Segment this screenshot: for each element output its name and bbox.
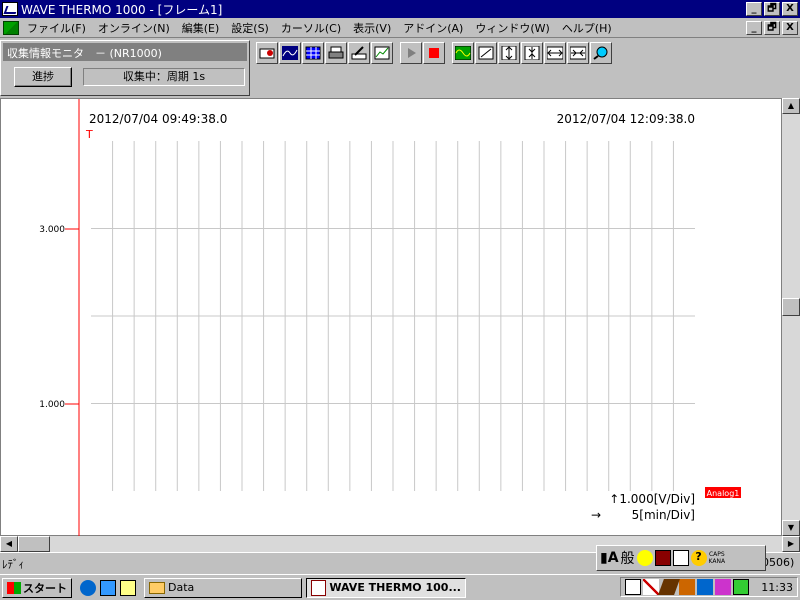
menu-addin[interactable]: アドイン(A) [399, 20, 471, 36]
menu-view[interactable]: 表示(V) [349, 20, 399, 36]
vertical-scroll-thumb[interactable] [782, 298, 800, 316]
ime-dictionary-icon[interactable] [654, 550, 671, 566]
show-desktop-icon[interactable] [100, 579, 116, 596]
folder-icon [149, 581, 165, 594]
grid-display-icon[interactable] [302, 42, 324, 64]
menu-online[interactable]: オンライン(N) [94, 20, 178, 36]
ime-help-icon[interactable]: ? [690, 550, 707, 566]
system-tray: 11:33 [620, 577, 798, 597]
close-button[interactable]: X [782, 2, 798, 16]
start-label: スタート [23, 581, 67, 595]
menu-settings[interactable]: 設定(S) [227, 20, 277, 36]
chart-edit-icon[interactable] [371, 42, 393, 64]
menu-cursor[interactable]: カーソル(C) [277, 20, 349, 36]
tray-tool-icon[interactable] [658, 579, 681, 595]
windows-logo-icon [7, 581, 21, 594]
play-icon[interactable] [400, 42, 422, 64]
tray-app-icon-4[interactable] [715, 579, 732, 595]
connect-icon[interactable] [256, 42, 278, 64]
caps-kana-indicator: CAPS KANA [709, 551, 726, 565]
document-icon[interactable] [3, 20, 19, 35]
caps-label: CAPS [708, 551, 725, 558]
ime-tool-icon[interactable] [672, 550, 689, 566]
menu-help[interactable]: ヘルプ(H) [558, 20, 620, 36]
tray-app-icon-2[interactable] [679, 579, 696, 595]
status-text: ﾚﾃﾞｨ [2, 558, 24, 571]
menu-window[interactable]: ウィンドウ(W) [471, 20, 557, 36]
menu-bar: ファイル(F) オンライン(N) 編集(E) 設定(S) カーソル(C) 表示(… [0, 18, 800, 38]
printer-icon[interactable] [325, 42, 347, 64]
internet-explorer-icon[interactable] [80, 579, 96, 596]
monitor-panel: 収集情報モニタ － (NR1000) 進捗 収集中：周期 1s [0, 40, 250, 96]
collection-status: 収集中：周期 1s [83, 68, 245, 86]
minimize-button[interactable]: _ [746, 2, 762, 16]
status-partial-text: 0506) [762, 556, 795, 569]
monitor-panel-title: 収集情報モニタ － (NR1000) [3, 43, 247, 61]
edit-pen-icon[interactable] [348, 42, 370, 64]
channel-label: Analog1 [707, 489, 740, 498]
search-zoom-icon[interactable] [590, 42, 612, 64]
title-bar: WAVE THERMO 1000 - [フレーム1] _ 🗗 X [0, 0, 800, 18]
stop-icon[interactable] [423, 42, 445, 64]
tray-app-icon-3[interactable] [697, 579, 714, 595]
scroll-right-icon[interactable]: ▶ [782, 536, 800, 552]
menu-edit[interactable]: 編集(E) [178, 20, 228, 36]
shrink-horizontal-icon[interactable] [567, 42, 589, 64]
y-tick-label-3: 3.000 [39, 225, 65, 235]
horizontal-arrow: → [591, 508, 601, 522]
taskbar-item-label: Data [168, 581, 195, 594]
expand-vertical-icon[interactable] [498, 42, 520, 64]
wave-view-icon[interactable] [452, 42, 474, 64]
end-time-label: 2012/07/04 12:09:38.0 [557, 112, 695, 126]
start-button[interactable]: スタート [2, 577, 72, 598]
doc-close-button[interactable]: X [782, 20, 798, 35]
tray-app-icon-1[interactable] [625, 579, 642, 595]
tray-app-icon-5[interactable] [733, 579, 750, 595]
outlook-express-icon[interactable] [120, 579, 136, 596]
restore-button[interactable]: 🗗 [764, 2, 780, 16]
taskbar-item-wave-thermo[interactable]: WAVE THERMO 100... [306, 577, 466, 598]
expand-horizontal-icon[interactable] [544, 42, 566, 64]
doc-minimize-button[interactable]: _ [746, 20, 762, 35]
toolbar [256, 40, 613, 66]
zoom-box-icon[interactable] [475, 42, 497, 64]
ime-mode-label[interactable]: 般 [621, 548, 635, 568]
taskbar-item-label: WAVE THERMO 100... [329, 581, 461, 594]
horizontal-scroll-thumb[interactable] [18, 536, 50, 552]
window-title: WAVE THERMO 1000 - [フレーム1] [21, 2, 223, 17]
ime-pad-icon[interactable] [636, 550, 653, 566]
kana-label: KANA [708, 558, 726, 565]
horizontal-scale-label: 5[min/Div] [632, 508, 695, 522]
y-tick-label-1: 1.000 [39, 400, 65, 410]
scroll-down-icon[interactable]: ▼ [782, 520, 800, 536]
shrink-vertical-icon[interactable] [521, 42, 543, 64]
taskbar-item-data[interactable]: Data [144, 577, 302, 598]
doc-restore-button[interactable]: 🗗 [764, 20, 780, 35]
ime-toolbar: ▮A 般 ? CAPS KANA [596, 545, 766, 571]
clock[interactable]: 11:33 [761, 581, 793, 594]
waveform-monitor-icon[interactable] [279, 42, 301, 64]
trigger-marker: T [85, 128, 93, 141]
app-icon[interactable] [2, 2, 18, 16]
tray-pen-icon[interactable] [643, 579, 660, 595]
scroll-up-icon[interactable]: ▲ [782, 98, 800, 114]
waveform-chart[interactable]: T 2012/07/04 09:49:38.0 2012/07/04 12:09… [0, 98, 782, 537]
vertical-scale-label: ↑1.000[V/Div] [609, 492, 695, 506]
progress-button[interactable]: 進捗 [14, 67, 72, 87]
menu-file[interactable]: ファイル(F) [23, 20, 94, 36]
start-time-label: 2012/07/04 09:49:38.0 [89, 112, 227, 126]
scroll-left-icon[interactable]: ◀ [0, 536, 18, 552]
wave-thermo-icon [311, 579, 327, 596]
taskbar: スタート Data WAVE THERMO 100... 11:33 [0, 574, 800, 600]
ime-indicator-icon[interactable]: ▮A [600, 550, 619, 566]
vertical-scrollbar[interactable]: ▲ ▼ [782, 98, 800, 536]
chart-canvas: T 2012/07/04 09:49:38.0 2012/07/04 12:09… [39, 99, 741, 537]
